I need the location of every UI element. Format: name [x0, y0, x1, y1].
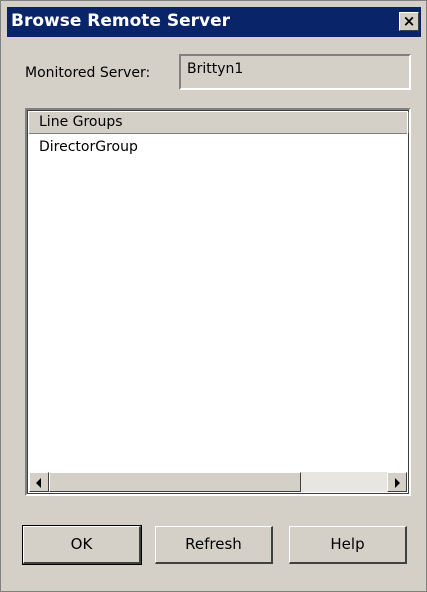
monitored-server-value: Brittyn1 — [187, 61, 244, 77]
refresh-button[interactable]: Refresh — [155, 526, 273, 564]
ok-button[interactable]: OK — [22, 525, 142, 565]
help-button[interactable]: Help — [289, 526, 407, 564]
list-header: Line Groups — [29, 112, 409, 134]
close-button[interactable]: × — [399, 12, 419, 31]
dialog-title: Browse Remote Server — [11, 11, 231, 31]
list-body: DirectorGroup — [29, 134, 407, 470]
monitored-server-label: Monitored Server: — [25, 65, 151, 81]
scroll-right-button[interactable] — [387, 472, 407, 492]
horizontal-scrollbar[interactable] — [29, 472, 407, 492]
scroll-left-button[interactable] — [29, 472, 49, 492]
arrow-right-icon — [395, 478, 400, 488]
close-icon: × — [402, 12, 416, 30]
list-item[interactable]: DirectorGroup — [29, 134, 407, 156]
column-header-line-groups[interactable]: Line Groups — [29, 112, 409, 133]
browse-remote-server-dialog: Browse Remote Server × Monitored Server:… — [0, 0, 427, 592]
arrow-left-icon — [36, 478, 41, 488]
title-bar[interactable]: Browse Remote Server × — [7, 7, 421, 37]
line-groups-list[interactable]: Line Groups DirectorGroup — [25, 108, 411, 496]
monitored-server-field: Brittyn1 — [179, 54, 411, 90]
scrollbar-thumb[interactable] — [49, 472, 301, 492]
